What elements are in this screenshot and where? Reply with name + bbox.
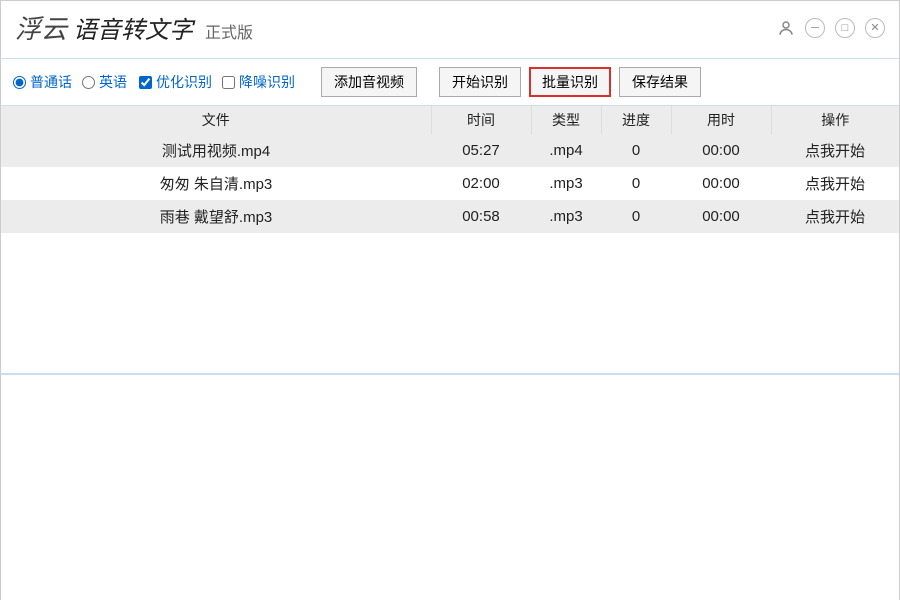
radio-english[interactable]: 英语 (82, 72, 127, 92)
app-title: 语音转文字 (73, 10, 193, 45)
edition-label: 正式版 (205, 19, 253, 43)
check-denoise-input[interactable] (222, 76, 235, 89)
table-row[interactable]: 匆匆 朱自清.mp302:00.mp3000:00点我开始 (1, 167, 899, 200)
brand-logo: 浮云 (15, 9, 67, 46)
window-controls: ─ □ ✕ (777, 18, 885, 38)
start-recognition-button[interactable]: 开始识别 (439, 67, 521, 97)
cell-file: 雨巷 戴望舒.mp3 (1, 200, 431, 233)
cell-action[interactable]: 点我开始 (771, 200, 899, 233)
table-header-row: 文件 时间 类型 进度 用时 操作 (1, 106, 899, 134)
table-row[interactable]: 测试用视频.mp405:27.mp4000:00点我开始 (1, 134, 899, 167)
check-optimize-label: 优化识别 (156, 72, 212, 92)
table-row[interactable]: 雨巷 戴望舒.mp300:58.mp3000:00点我开始 (1, 200, 899, 233)
cell-progress: 0 (601, 167, 671, 200)
cell-elapsed: 00:00 (671, 134, 771, 167)
cell-file: 测试用视频.mp4 (1, 134, 431, 167)
radio-mandarin-label: 普通话 (30, 72, 72, 92)
cell-elapsed: 00:00 (671, 200, 771, 233)
cell-progress: 0 (601, 200, 671, 233)
cell-time: 00:58 (431, 200, 531, 233)
option-check-group: 优化识别 降噪识别 (139, 72, 295, 92)
cell-time: 02:00 (431, 167, 531, 200)
radio-english-label: 英语 (99, 72, 127, 92)
batch-recognition-button[interactable]: 批量识别 (529, 67, 611, 97)
check-denoise-label: 降噪识别 (239, 72, 295, 92)
toolbar: 普通话 英语 优化识别 降噪识别 添加音视频 开始识别 批量识别 保存结果 (1, 58, 899, 106)
cell-progress: 0 (601, 134, 671, 167)
save-result-button[interactable]: 保存结果 (619, 67, 701, 97)
check-denoise[interactable]: 降噪识别 (222, 72, 295, 92)
titlebar: 浮云 语音转文字 正式版 ─ □ ✕ (1, 1, 899, 58)
header-progress[interactable]: 进度 (601, 106, 671, 134)
cell-action[interactable]: 点我开始 (771, 134, 899, 167)
cell-type: .mp3 (531, 167, 601, 200)
result-pane (1, 374, 899, 614)
header-type[interactable]: 类型 (531, 106, 601, 134)
user-icon[interactable] (777, 19, 795, 37)
check-optimize[interactable]: 优化识别 (139, 72, 212, 92)
cell-file: 匆匆 朱自清.mp3 (1, 167, 431, 200)
maximize-button[interactable]: □ (835, 18, 855, 38)
radio-mandarin-input[interactable] (13, 76, 26, 89)
file-table: 文件 时间 类型 进度 用时 操作 测试用视频.mp405:27.mp4000:… (1, 106, 899, 233)
header-action[interactable]: 操作 (771, 106, 899, 134)
header-time[interactable]: 时间 (431, 106, 531, 134)
language-radio-group: 普通话 英语 (13, 72, 127, 92)
radio-mandarin[interactable]: 普通话 (13, 72, 72, 92)
cell-action[interactable]: 点我开始 (771, 167, 899, 200)
titlebar-left: 浮云 语音转文字 正式版 (15, 9, 253, 46)
check-optimize-input[interactable] (139, 76, 152, 89)
header-elapsed[interactable]: 用时 (671, 106, 771, 134)
cell-time: 05:27 (431, 134, 531, 167)
minimize-button[interactable]: ─ (805, 18, 825, 38)
cell-type: .mp4 (531, 134, 601, 167)
file-table-wrap: 文件 时间 类型 进度 用时 操作 测试用视频.mp405:27.mp4000:… (1, 106, 899, 374)
cell-type: .mp3 (531, 200, 601, 233)
cell-elapsed: 00:00 (671, 167, 771, 200)
header-file[interactable]: 文件 (1, 106, 431, 134)
radio-english-input[interactable] (82, 76, 95, 89)
close-button[interactable]: ✕ (865, 18, 885, 38)
add-media-button[interactable]: 添加音视频 (321, 67, 417, 97)
